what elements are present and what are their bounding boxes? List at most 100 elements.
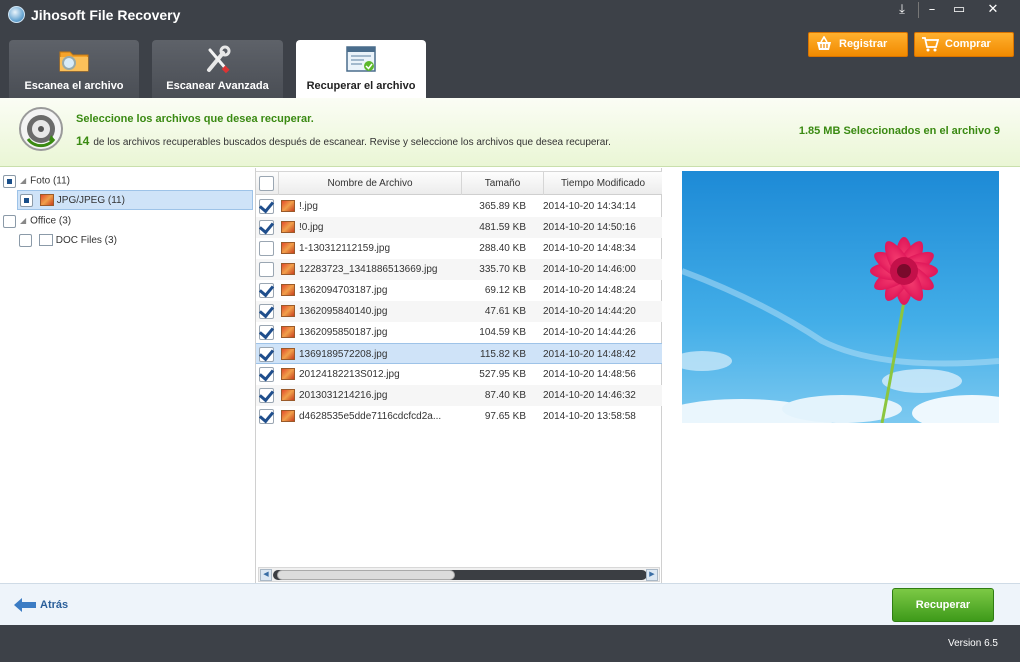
tab-recover-file[interactable]: Recuperar el archivo bbox=[296, 40, 426, 98]
tree-node-label: JPG/JPEG (11) bbox=[56, 195, 125, 206]
row-checkbox[interactable] bbox=[259, 388, 274, 403]
download-icon[interactable]: ⤓ bbox=[891, 2, 913, 20]
close-button[interactable]: ✕ bbox=[982, 2, 1004, 20]
row-checkbox[interactable] bbox=[259, 367, 274, 382]
tree-checkbox[interactable] bbox=[3, 174, 16, 188]
table-row[interactable]: 1-130312112159.jpg 288.40 KB 2014-10-20 14… bbox=[256, 238, 662, 259]
table-row[interactable]: 12283723_1341886513669.jpg 335.70 KB 2014-… bbox=[256, 259, 662, 280]
file-name: d4628535e5dde7116cdcfcd2a... bbox=[299, 411, 442, 422]
recover-disk-icon bbox=[19, 107, 63, 151]
scroll-right-icon[interactable]: ▶ bbox=[646, 569, 658, 581]
file-name: !.jpg bbox=[299, 201, 318, 212]
image-file-icon bbox=[281, 410, 295, 422]
file-size: 87.40 KB bbox=[484, 390, 526, 401]
file-size: 335.70 KB bbox=[479, 264, 526, 275]
file-name: 1362095840140.jpg bbox=[299, 306, 388, 317]
table-row[interactable]: 1362095840140.jpg 47.61 KB 2014-10-20 14:4… bbox=[256, 301, 662, 322]
file-size: 527.95 KB bbox=[479, 369, 526, 380]
file-modified: 2014-10-20 14:46:32 bbox=[543, 390, 636, 401]
collapse-arrow-icon[interactable]: ◢ bbox=[20, 211, 26, 231]
file-table: Nombre de Archivo Tamaño Tiempo Modifica… bbox=[256, 168, 662, 583]
table-row[interactable]: 1362095850187.jpg 104.59 KB 2014-10-20 14:… bbox=[256, 322, 662, 343]
row-checkbox[interactable] bbox=[259, 347, 274, 362]
minimize-button[interactable]: – bbox=[921, 2, 943, 20]
file-size: 97.65 KB bbox=[484, 411, 526, 422]
scroll-left-icon[interactable]: ◀ bbox=[260, 569, 272, 581]
collapse-arrow-icon[interactable]: ◢ bbox=[20, 171, 26, 191]
column-header-name[interactable]: Nombre de Archivo bbox=[278, 172, 461, 195]
file-name: 2013031214216.jpg bbox=[299, 390, 388, 401]
file-name: 20124182213S012.jpg bbox=[299, 369, 400, 380]
tree-node-label: Office (3) bbox=[30, 215, 72, 227]
tree-node-photo[interactable]: ◢ Foto (11) bbox=[3, 171, 70, 191]
image-file-icon bbox=[281, 326, 295, 338]
image-file-icon bbox=[281, 305, 295, 317]
row-checkbox[interactable] bbox=[259, 199, 274, 214]
row-checkbox[interactable] bbox=[259, 220, 274, 235]
column-header-size[interactable]: Tamaño bbox=[461, 172, 543, 195]
row-checkbox[interactable] bbox=[259, 262, 274, 277]
tab-scan-file[interactable]: Escanea el archivo bbox=[9, 40, 139, 98]
file-size: 47.61 KB bbox=[484, 306, 526, 317]
file-modified: 2014-10-20 14:50:16 bbox=[543, 222, 636, 233]
tree-node-jpg-jpeg[interactable]: JPG/JPEG (11) bbox=[17, 190, 253, 210]
title-bar: Jihosoft File Recovery ⤓ – ▭ ✕ Registrar… bbox=[0, 0, 1020, 98]
action-bar: Atrás Recuperar bbox=[0, 583, 1020, 625]
table-row[interactable]: 2013031214216.jpg 87.40 KB 2014-10-20 14:4… bbox=[256, 385, 662, 406]
file-name: 1-130312112159.jpg bbox=[299, 243, 391, 254]
tree-checkbox[interactable] bbox=[3, 214, 16, 228]
banner-description: 14 de los archivos recuperables buscados … bbox=[76, 134, 611, 148]
table-row[interactable]: !0.jpg 481.59 KB 2014-10-20 14:50:16 bbox=[256, 217, 662, 238]
file-size: 115.82 KB bbox=[480, 349, 526, 360]
register-button[interactable]: Registrar bbox=[808, 32, 908, 57]
tab-label: Escanear Avanzada bbox=[166, 80, 269, 92]
app-title: Jihosoft File Recovery bbox=[31, 7, 181, 23]
file-size: 481.59 KB bbox=[479, 222, 526, 233]
table-row[interactable]: 1362094703187.jpg 69.12 KB 2014-10-20 14:4… bbox=[256, 280, 662, 301]
file-size: 104.59 KB bbox=[479, 327, 526, 338]
recoverable-count: 14 bbox=[76, 134, 90, 148]
maximize-button[interactable]: ▭ bbox=[948, 2, 970, 20]
row-checkbox[interactable] bbox=[259, 409, 274, 424]
file-name: 1362095850187.jpg bbox=[299, 327, 388, 338]
tab-label: Escanea el archivo bbox=[24, 80, 124, 92]
row-checkbox[interactable] bbox=[259, 283, 274, 298]
tree-checkbox[interactable] bbox=[19, 233, 32, 247]
image-file-icon bbox=[281, 263, 295, 275]
table-row[interactable]: 20124182213S012.jpg 527.95 KB 2014-10-20 1… bbox=[256, 364, 662, 385]
preview-pane bbox=[662, 168, 1020, 583]
file-name: 1369189572208.jpg bbox=[299, 349, 388, 360]
row-checkbox[interactable] bbox=[259, 325, 274, 340]
tree-node-office[interactable]: ◢ Office (3) bbox=[3, 211, 71, 231]
tree-checkbox[interactable] bbox=[20, 193, 33, 207]
file-size: 69.12 KB bbox=[484, 285, 526, 296]
horizontal-scrollbar[interactable]: ◀ ▶ bbox=[258, 567, 660, 582]
image-file-icon bbox=[281, 200, 295, 212]
tab-advanced-scan[interactable]: Escanear Avanzada bbox=[152, 40, 283, 98]
recover-button[interactable]: Recuperar bbox=[892, 588, 994, 622]
document-file-icon bbox=[38, 234, 53, 247]
file-modified: 2014-10-20 14:48:34 bbox=[543, 243, 636, 254]
file-modified: 2014-10-20 13:58:58 bbox=[543, 411, 636, 422]
column-header-modified[interactable]: Tiempo Modificado bbox=[543, 172, 662, 195]
tools-icon bbox=[206, 45, 230, 74]
back-button[interactable]: Atrás bbox=[14, 596, 68, 614]
file-size: 365.89 KB bbox=[479, 201, 526, 212]
tree-node-doc-files[interactable]: DOC Files (3) bbox=[19, 231, 117, 251]
row-checkbox[interactable] bbox=[259, 304, 274, 319]
back-label: Atrás bbox=[40, 599, 69, 611]
file-size: 288.40 KB bbox=[479, 243, 526, 254]
scroll-thumb[interactable] bbox=[277, 570, 455, 580]
window-controls-divider bbox=[918, 2, 919, 18]
tree-node-label: DOC Files (3) bbox=[55, 235, 117, 246]
table-row[interactable]: !.jpg 365.89 KB 2014-10-20 14:34:14 bbox=[256, 196, 662, 217]
tab-label: Recuperar el archivo bbox=[306, 80, 416, 92]
table-row[interactable]: d4628535e5dde7116cdcfcd2a... 97.65 KB 2014… bbox=[256, 406, 662, 427]
row-checkbox[interactable] bbox=[259, 241, 274, 256]
select-all-checkbox[interactable] bbox=[259, 176, 274, 191]
table-row[interactable]: 1369189572208.jpg 115.82 KB 2014-10-20 14:… bbox=[256, 343, 662, 364]
app-logo-icon bbox=[8, 6, 25, 23]
file-name: !0.jpg bbox=[299, 222, 324, 233]
buy-button[interactable]: Comprar bbox=[914, 32, 1014, 57]
image-file-icon bbox=[281, 368, 295, 380]
